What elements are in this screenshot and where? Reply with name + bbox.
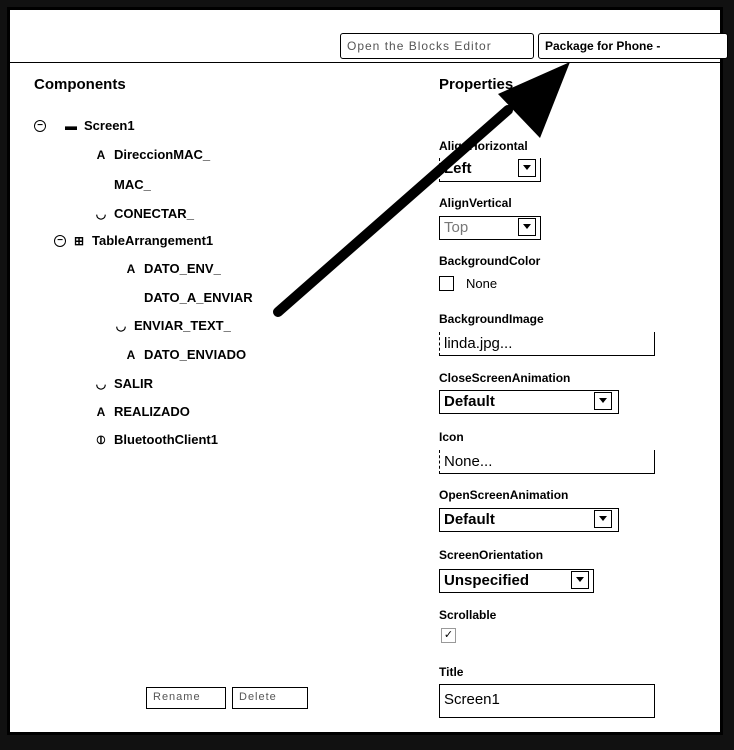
designer-window: Open the Blocks Editor Package for Phone… xyxy=(7,7,728,735)
annotation-arrow-icon xyxy=(273,62,570,317)
